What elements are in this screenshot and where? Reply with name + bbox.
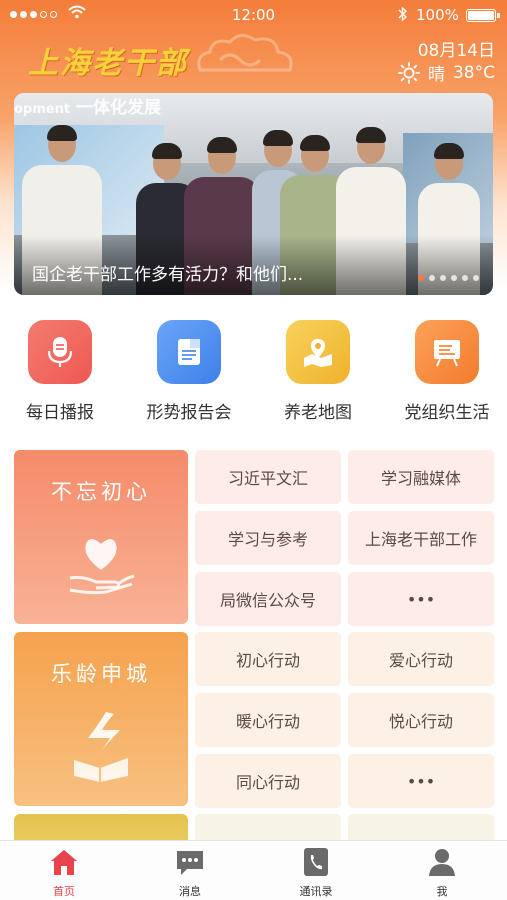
menu-cell[interactable]: 同心行动 — [195, 754, 341, 808]
microphone-icon — [28, 320, 92, 384]
quick-link-label: 党组织生活 — [404, 403, 490, 423]
carousel-dot[interactable] — [440, 275, 446, 281]
bottom-tab-bar: 首页 消息 通讯录 我 — [0, 840, 507, 900]
tab-me[interactable]: 我 — [392, 847, 492, 899]
heart-in-hand-icon — [14, 530, 188, 596]
menu-cell[interactable]: 习近平文汇 — [195, 450, 341, 504]
date-text: 08月14日 — [417, 41, 495, 61]
app-logo: 上海老干部 — [28, 46, 188, 81]
carousel-indicator[interactable] — [418, 275, 479, 281]
menu-cell[interactable]: 暖心行动 — [195, 693, 341, 747]
quick-links: 每日播报 形势报告会 养老地图 党组织生活 — [0, 320, 507, 430]
quick-link-label: 养老地图 — [284, 403, 352, 423]
auspicious-cloud-decoration — [197, 34, 293, 72]
quick-link-situation-report[interactable]: 形势报告会 — [129, 320, 249, 423]
section-card-original-aspiration[interactable]: 不忘初心 — [14, 450, 188, 624]
menu-cell[interactable]: 上海老干部工作 — [348, 511, 494, 565]
presentation-board-icon — [415, 320, 479, 384]
header: 12:00 100% 上海老干部 08月14日 晴 38°C opment 一体… — [0, 0, 507, 330]
tab-contacts[interactable]: 通讯录 — [266, 847, 366, 899]
banner-wall-text: opment 一体化发展 — [14, 98, 161, 118]
battery-percentage: 100% — [416, 6, 459, 24]
phone-book-icon — [266, 847, 366, 877]
bluetooth-icon — [398, 6, 408, 26]
banner-caption: 国企老干部工作多有活力？和他们... — [32, 265, 304, 285]
carousel-dot[interactable] — [451, 275, 457, 281]
quick-link-label: 每日播报 — [26, 403, 94, 423]
menu-cell[interactable]: 局微信公众号 — [195, 572, 341, 626]
home-icon — [14, 847, 114, 877]
news-banner-carousel[interactable]: opment 一体化发展 国企老干部工作多有活力？和他们... — [14, 93, 493, 295]
menu-cell[interactable]: 学习与参考 — [195, 511, 341, 565]
carousel-dot[interactable] — [429, 275, 435, 281]
sun-icon — [397, 61, 420, 84]
tab-label: 通讯录 — [299, 885, 333, 898]
tab-home[interactable]: 首页 — [14, 847, 114, 899]
status-bar: 12:00 100% — [0, 0, 507, 30]
tab-messages[interactable]: 消息 — [140, 847, 240, 899]
weather-widget: 晴 38°C — [397, 60, 495, 85]
more-button[interactable]: ••• — [348, 754, 494, 808]
carousel-dot[interactable] — [418, 275, 424, 281]
quick-link-daily-broadcast[interactable]: 每日播报 — [0, 320, 120, 423]
person-icon — [392, 847, 492, 877]
quick-link-elderly-care-map[interactable]: 养老地图 — [258, 320, 378, 423]
tab-label: 首页 — [53, 885, 75, 898]
quick-link-label: 形势报告会 — [146, 403, 232, 423]
menu-cell[interactable]: 悦心行动 — [348, 693, 494, 747]
carousel-dot[interactable] — [473, 275, 479, 281]
book-logo-icon — [14, 708, 188, 782]
section-card-happy-aging[interactable]: 乐龄申城 — [14, 632, 188, 806]
temperature: 38°C — [452, 62, 495, 83]
tab-label: 我 — [436, 885, 448, 898]
document-icon — [157, 320, 221, 384]
quick-link-party-life[interactable]: 党组织生活 — [387, 320, 507, 423]
menu-cell[interactable]: 爱心行动 — [348, 632, 494, 686]
menu-cell[interactable]: 初心行动 — [195, 632, 341, 686]
section-title: 不忘初心 — [51, 480, 151, 504]
carousel-dot[interactable] — [462, 275, 468, 281]
message-icon — [140, 847, 240, 877]
battery-icon — [466, 9, 500, 22]
menu-cell[interactable]: 学习融媒体 — [348, 450, 494, 504]
tab-label: 消息 — [179, 885, 201, 898]
section-title: 乐龄申城 — [51, 662, 151, 686]
more-button[interactable]: ••• — [348, 572, 494, 626]
weather-condition: 晴 — [427, 65, 445, 85]
map-pin-icon — [286, 320, 350, 384]
